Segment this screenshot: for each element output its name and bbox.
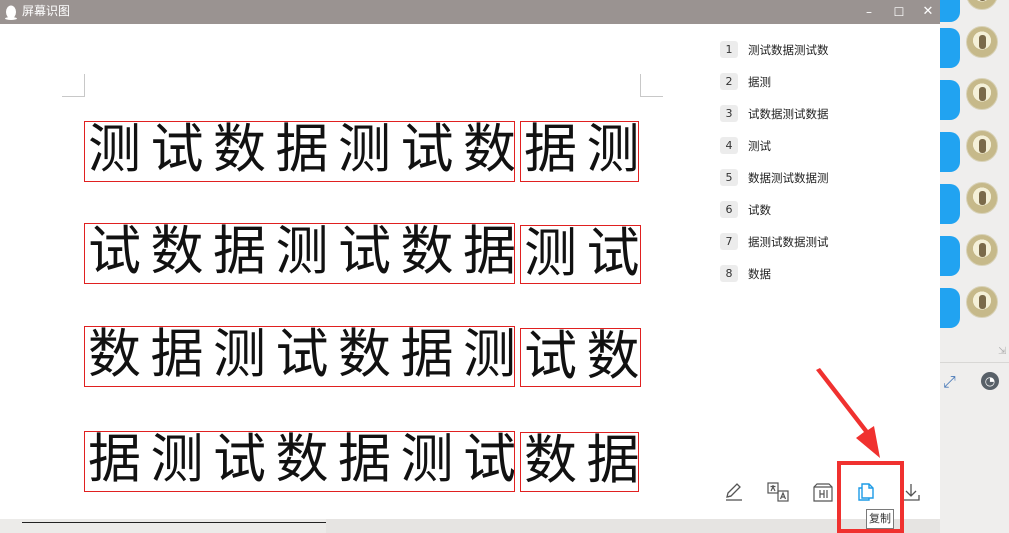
result-number: 8 <box>720 265 738 282</box>
ocr-text-box[interactable]: 据测 <box>520 121 639 182</box>
export-button[interactable] <box>811 480 835 504</box>
result-number: 6 <box>720 201 738 218</box>
result-number: 2 <box>720 73 738 90</box>
result-number: 3 <box>720 105 738 122</box>
chat-bubble <box>940 236 960 276</box>
ocr-text-box[interactable]: 数据测试数据测 <box>84 326 515 387</box>
translate-icon <box>767 482 789 502</box>
minimize-button[interactable]: – <box>858 2 880 22</box>
image-canvas[interactable]: 测试数据测试数 据测 试数据测试数据 测试 数据测试数据测 试数 据测试数据测试… <box>0 24 700 519</box>
export-icon <box>813 483 833 502</box>
clock-icon[interactable]: ◔ <box>981 372 999 390</box>
avatar <box>966 182 998 214</box>
avatar <box>966 234 998 266</box>
ocr-text: 测试 <box>524 225 641 284</box>
chat-bubble <box>940 184 960 224</box>
ocr-text-box[interactable]: 数据 <box>520 432 639 492</box>
result-text: 测试数据测试数 <box>748 43 829 57</box>
chat-bubble <box>940 288 960 328</box>
chat-bubble <box>940 0 960 22</box>
result-text: 数据测试数据测 <box>748 171 829 185</box>
result-number: 5 <box>720 169 738 186</box>
crop-corner <box>640 74 663 97</box>
maximize-button[interactable]: ☐ <box>888 2 910 22</box>
avatar <box>966 286 998 318</box>
ocr-text-box[interactable]: 试数 <box>520 328 641 387</box>
avatar <box>966 26 998 58</box>
title-bar[interactable]: 屏幕识图 – ☐ ✕ <box>0 0 940 24</box>
ocr-text-box[interactable]: 据测试数据测试 <box>84 431 515 492</box>
result-text: 数据 <box>748 267 771 281</box>
ocr-text: 试数据测试数据 <box>88 223 515 282</box>
chat-bubble <box>940 80 960 120</box>
ocr-text-box[interactable]: 测试数据测试数 <box>84 121 515 182</box>
copy-tooltip: 复制 <box>866 509 894 529</box>
ocr-text: 据测试数据测试 <box>88 431 515 490</box>
result-number: 4 <box>720 137 738 154</box>
edit-icon <box>726 483 742 501</box>
chat-bubble <box>940 28 960 68</box>
result-number: 1 <box>720 41 738 58</box>
annotation-arrow <box>816 368 880 458</box>
penguin-icon <box>5 5 17 20</box>
result-number: 7 <box>720 233 738 250</box>
expand-icon[interactable]: ⤢ <box>943 372 963 392</box>
result-text: 试数据测试数据 <box>748 107 829 121</box>
result-text: 据测 <box>748 75 771 89</box>
chat-bubble <box>940 132 960 172</box>
divider <box>940 362 1009 363</box>
result-text: 据测试数据测试 <box>748 235 829 249</box>
shrink-icon[interactable]: ⇲ <box>998 346 1006 357</box>
ocr-text: 据测 <box>524 121 639 180</box>
ocr-text: 数据 <box>524 432 639 491</box>
close-button[interactable]: ✕ <box>917 2 939 22</box>
ocr-text: 试数 <box>524 328 641 387</box>
edit-button[interactable] <box>722 480 746 504</box>
result-text: 试数 <box>748 203 771 217</box>
screen-ocr-window: 屏幕识图 – ☐ ✕ 测试数据测试数 据测 试数据测试数据 测试 数据测试数据测… <box>0 0 940 519</box>
ocr-text-box[interactable]: 试数据测试数据 <box>84 223 515 284</box>
window-title: 屏幕识图 <box>22 4 71 18</box>
ocr-text: 数据测试数据测 <box>88 326 515 385</box>
translate-button[interactable] <box>766 480 790 504</box>
divider <box>22 522 328 523</box>
ocr-text: 测试数据测试数 <box>88 121 515 180</box>
crop-corner <box>62 74 85 97</box>
ocr-text-box[interactable]: 测试 <box>520 225 641 284</box>
avatar <box>966 78 998 110</box>
avatar <box>966 130 998 162</box>
result-text: 测试 <box>748 139 771 153</box>
